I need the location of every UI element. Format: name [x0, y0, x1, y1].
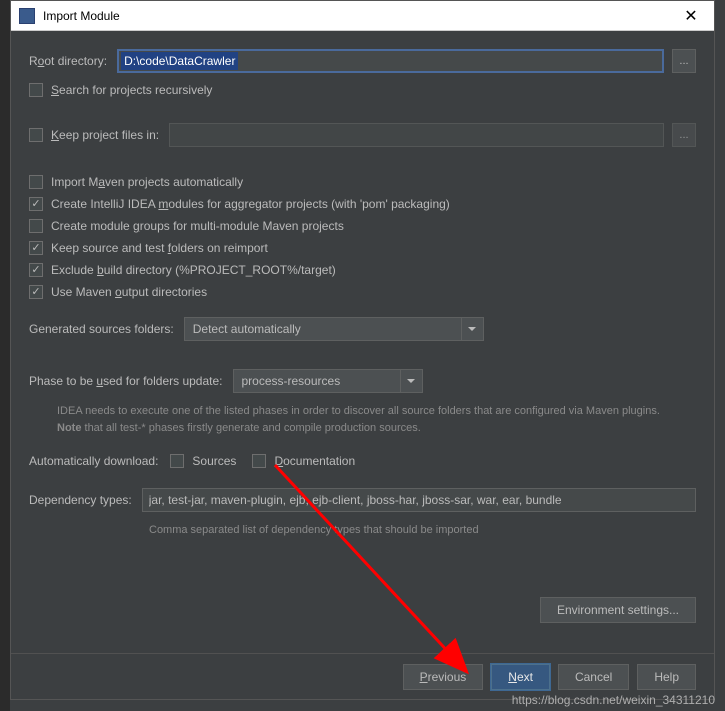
next-button[interactable]: Next	[491, 664, 550, 690]
environment-settings-button[interactable]: Environment settings...	[540, 597, 696, 623]
keep-files-input[interactable]	[169, 123, 664, 147]
search-recursive-row: Search for projects recursively	[29, 83, 696, 97]
maven-option-label: Exclude build directory (%PROJECT_ROOT%/…	[51, 263, 336, 277]
previous-button[interactable]: Previous	[403, 664, 484, 690]
maven-options-group: Import Maven projects automatically Creat…	[29, 175, 696, 299]
search-recursive-checkbox[interactable]	[29, 83, 43, 97]
maven-option-row: Keep source and test folders on reimport	[29, 241, 696, 255]
maven-option-label: Create module groups for multi-module Ma…	[51, 219, 344, 233]
help-button[interactable]: Help	[637, 664, 696, 690]
root-directory-row: Root directory: D:\code\DataCrawler ...	[29, 49, 696, 73]
maven-option-row: Create IntelliJ IDEA modules for aggrega…	[29, 197, 696, 211]
phase-help-text: IDEA needs to execute one of the listed …	[29, 403, 696, 436]
keep-files-browse-button[interactable]: ...	[672, 123, 696, 147]
close-icon[interactable]: ✕	[676, 6, 706, 26]
dependency-help-text: Comma separated list of dependency types…	[29, 522, 696, 539]
maven-option-row: Use Maven output directories	[29, 285, 696, 299]
root-directory-input[interactable]: D:\code\DataCrawler	[117, 49, 664, 73]
chevron-down-icon	[400, 370, 422, 392]
phase-row: Phase to be used for folders update: pro…	[29, 369, 696, 393]
sources-label: Sources	[192, 454, 236, 468]
maven-option-checkbox[interactable]	[29, 241, 43, 255]
root-directory-label: Root directory:	[29, 54, 107, 68]
search-recursive-label: Search for projects recursively	[51, 83, 212, 97]
button-bar: Previous Next Cancel Help	[11, 653, 714, 699]
maven-option-label: Use Maven output directories	[51, 285, 207, 299]
auto-download-row: Automatically download: Sources Document…	[29, 454, 696, 468]
maven-option-checkbox[interactable]	[29, 219, 43, 233]
generated-sources-label: Generated sources folders:	[29, 322, 174, 336]
root-directory-browse-button[interactable]: ...	[672, 49, 696, 73]
dependency-types-label: Dependency types:	[29, 493, 132, 507]
window-title: Import Module	[43, 9, 676, 23]
dialog-content: Root directory: D:\code\DataCrawler ... …	[11, 31, 714, 549]
keep-files-row: Keep project files in: ...	[29, 123, 696, 147]
editor-gutter-strip	[0, 0, 10, 711]
maven-option-checkbox[interactable]	[29, 175, 43, 189]
maven-option-row: Import Maven projects automatically	[29, 175, 696, 189]
maven-option-checkbox[interactable]	[29, 263, 43, 277]
cancel-button[interactable]: Cancel	[558, 664, 629, 690]
auto-download-label: Automatically download:	[29, 454, 158, 468]
generated-sources-row: Generated sources folders: Detect automa…	[29, 317, 696, 341]
generated-sources-dropdown[interactable]: Detect automatically	[184, 317, 484, 341]
documentation-label: Documentation	[274, 454, 355, 468]
maven-option-label: Create IntelliJ IDEA modules for aggrega…	[51, 197, 450, 211]
intellij-icon	[19, 8, 35, 24]
dependency-types-row: Dependency types:	[29, 488, 696, 512]
maven-option-label: Keep source and test folders on reimport	[51, 241, 268, 255]
phase-label: Phase to be used for folders update:	[29, 374, 223, 388]
titlebar: Import Module ✕	[11, 1, 714, 31]
keep-files-label: Keep project files in:	[51, 128, 159, 142]
keep-files-checkbox[interactable]	[29, 128, 43, 142]
maven-option-row: Exclude build directory (%PROJECT_ROOT%/…	[29, 263, 696, 277]
maven-option-checkbox[interactable]	[29, 285, 43, 299]
maven-option-label: Import Maven projects automatically	[51, 175, 243, 189]
dependency-types-input[interactable]	[142, 488, 696, 512]
import-module-dialog: Import Module ✕ Root directory: D:\code\…	[10, 0, 715, 700]
documentation-checkbox[interactable]	[252, 454, 266, 468]
maven-option-row: Create module groups for multi-module Ma…	[29, 219, 696, 233]
phase-dropdown[interactable]: process-resources	[233, 369, 423, 393]
maven-option-checkbox[interactable]	[29, 197, 43, 211]
sources-checkbox[interactable]	[170, 454, 184, 468]
chevron-down-icon	[461, 318, 483, 340]
